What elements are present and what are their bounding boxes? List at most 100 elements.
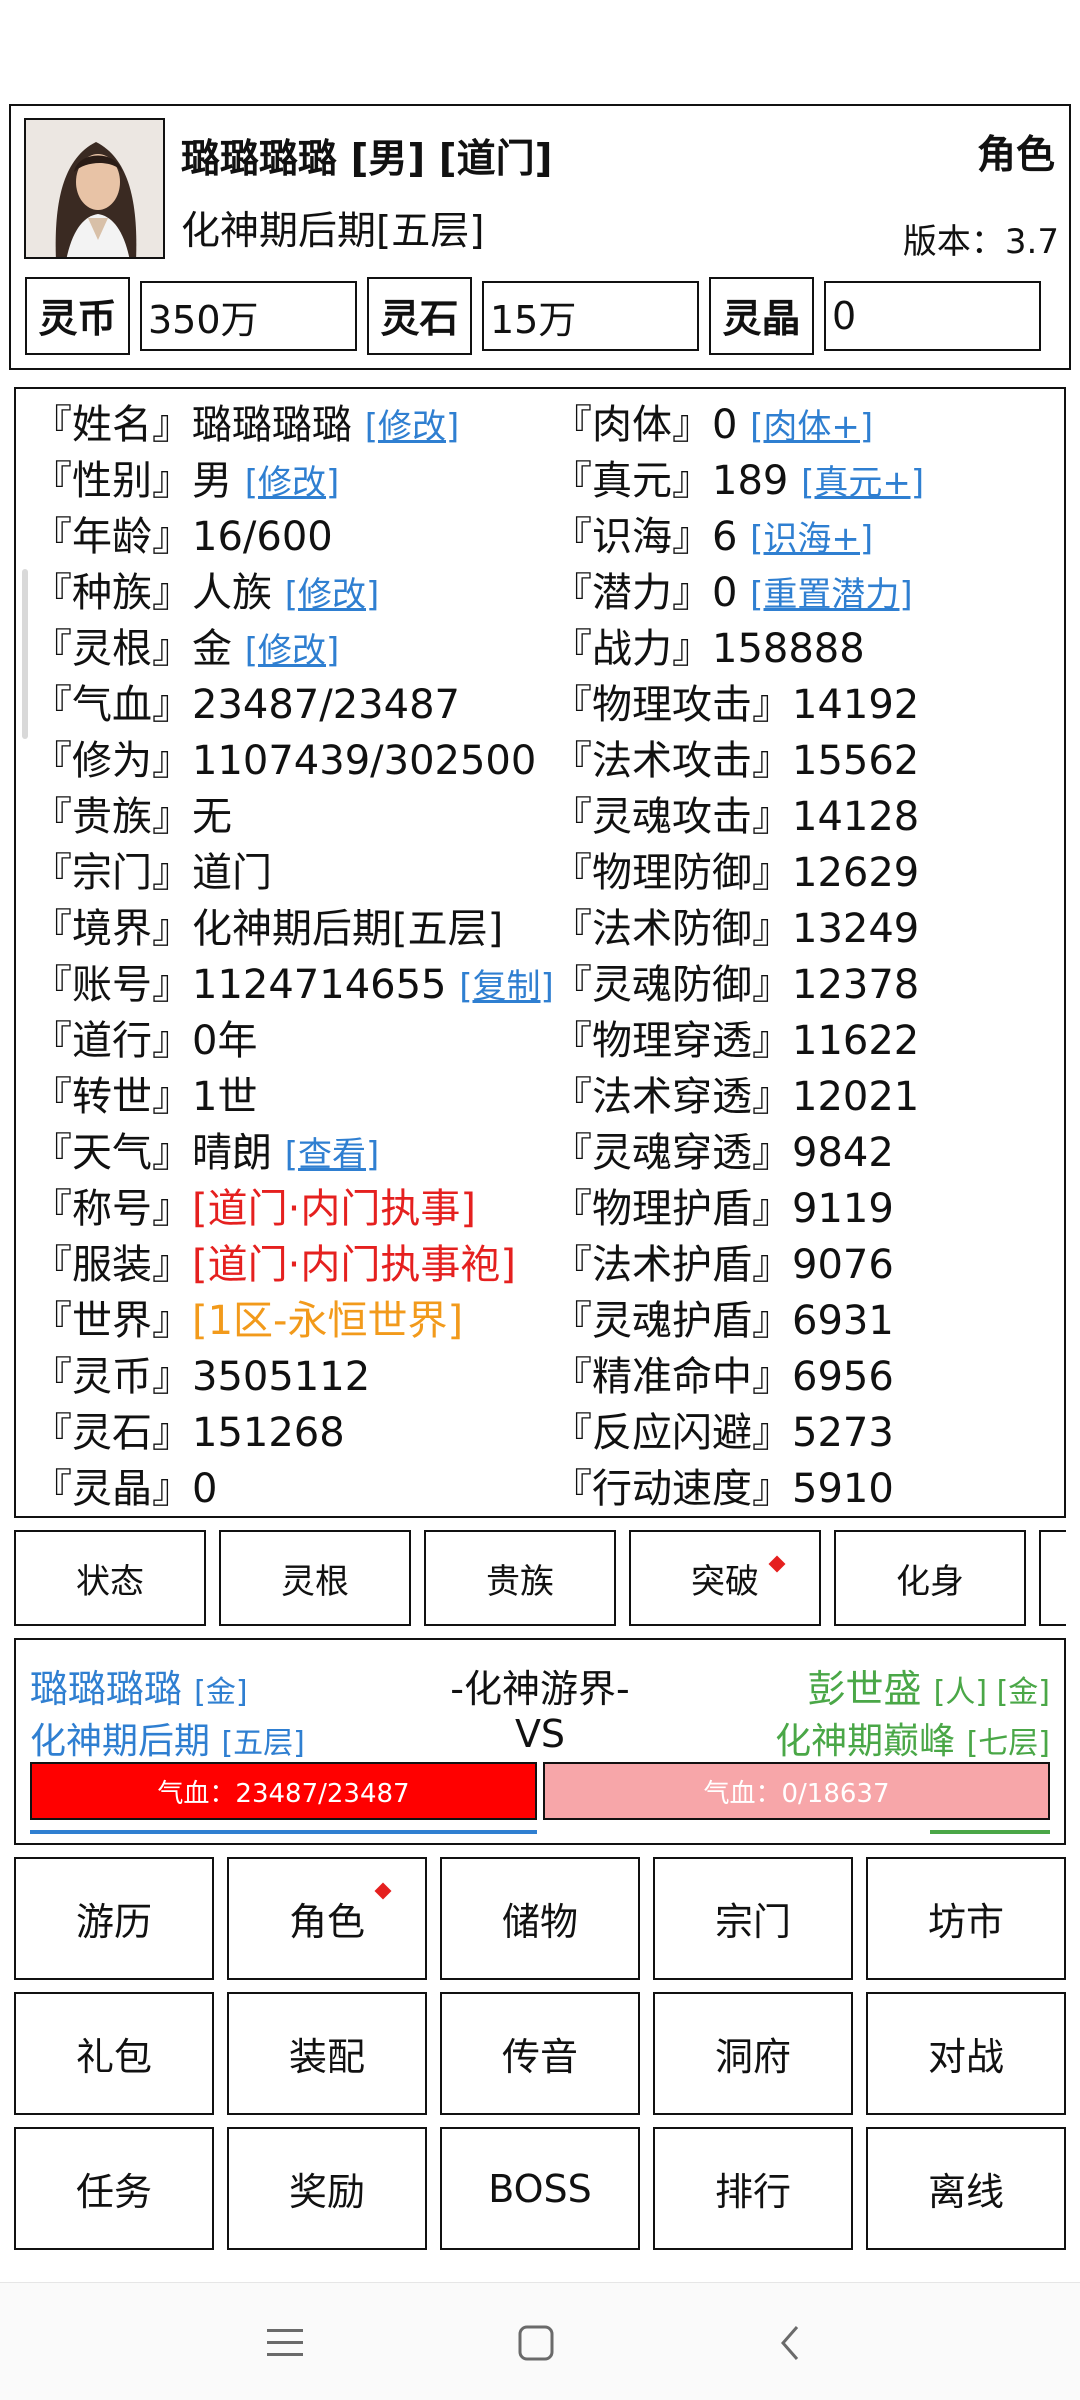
info-value: 189 <box>712 458 789 504</box>
enemy-realm-text: 化神期巅峰 <box>775 1721 956 1762</box>
edit-root-link[interactable]: [修改] <box>245 631 340 671</box>
menu-offline-button[interactable]: 离线 <box>866 2127 1066 2250</box>
tab-avatar[interactable]: 化身 <box>834 1530 1026 1626</box>
info-row-accuracy: 『精准命中』6956 <box>552 1349 924 1405</box>
currency-label-lingjing: 灵晶 <box>709 277 814 355</box>
battle-panel: 璐璐璐璐 [金] 化神期后期 [五层] -化神游界- VS 彭世盛 [人] [金… <box>14 1638 1066 1845</box>
menu-equip-button[interactable]: 装配 <box>227 1992 427 2115</box>
info-value: 9842 <box>792 1130 894 1176</box>
menu-lines-icon[interactable] <box>255 2313 315 2373</box>
info-value: 男 <box>192 458 232 504</box>
info-value: 14192 <box>792 682 920 728</box>
menu-reward-button[interactable]: 奖励 <box>227 2127 427 2250</box>
currency-label-lingshi: 灵石 <box>367 277 472 355</box>
add-zhenyuan-link[interactable]: [真元+] <box>801 463 924 503</box>
menu-message-button[interactable]: 传音 <box>440 1992 640 2115</box>
info-label: 『宗门』 <box>32 850 192 896</box>
character-avatar[interactable] <box>24 118 165 259</box>
edit-race-link[interactable]: [修改] <box>285 575 380 615</box>
info-row-zhenyuan: 『真元』189 [真元+] <box>552 453 924 509</box>
menu-storage-button[interactable]: 储物 <box>440 1857 640 1980</box>
info-value: [1区-永恒世界] <box>192 1298 464 1344</box>
info-value: 158888 <box>712 626 865 672</box>
info-row-world: 『世界』[1区-永恒世界] <box>32 1293 554 1349</box>
info-label: 『识海』 <box>552 514 712 560</box>
info-label: 『战力』 <box>552 626 712 672</box>
info-right-column: 『肉体』0 [肉体+] 『真元』189 [真元+] 『识海』6 [识海+] 『潜… <box>552 397 924 1516</box>
menu-character-button[interactable]: 角色 <box>227 1857 427 1980</box>
character-info-panel[interactable]: 『姓名』璐璐璐璐 [修改] 『性别』男 [修改] 『年龄』16/600 『种族』… <box>14 387 1066 1518</box>
info-value: 0年 <box>192 1018 258 1064</box>
edit-name-link[interactable]: [修改] <box>365 407 460 447</box>
menu-market-button[interactable]: 坊市 <box>866 1857 1066 1980</box>
info-row-soul-pen: 『灵魂穿透』9842 <box>552 1125 924 1181</box>
info-label: 『灵魂防御』 <box>552 962 792 1008</box>
info-label: 『账号』 <box>32 962 192 1008</box>
info-label: 『灵根』 <box>32 626 192 672</box>
info-label: 『年龄』 <box>32 514 192 560</box>
add-body-link[interactable]: [肉体+] <box>750 407 873 447</box>
menu-quest-button[interactable]: 任务 <box>14 2127 214 2250</box>
edit-gender-link[interactable]: [修改] <box>245 463 340 503</box>
info-label: 『法术护盾』 <box>552 1242 792 1288</box>
info-label: 『称号』 <box>32 1186 192 1232</box>
info-label: 『修为』 <box>32 738 192 784</box>
info-label: 『物理穿透』 <box>552 1018 792 1064</box>
info-label: 『灵晶』 <box>32 1466 192 1512</box>
player-hp-underline <box>30 1830 537 1834</box>
info-value: 5273 <box>792 1410 894 1456</box>
info-row-magic-shield: 『法术护盾』9076 <box>552 1237 924 1293</box>
tab-more-partial[interactable] <box>1039 1530 1066 1626</box>
info-value: 1124714655 <box>192 962 447 1008</box>
add-shihai-link[interactable]: [识海+] <box>750 519 873 559</box>
view-weather-link[interactable]: [查看] <box>285 1135 380 1175</box>
menu-sect-button[interactable]: 宗门 <box>653 1857 853 1980</box>
currency-row: 灵币 350万 灵石 15万 灵晶 0 <box>25 277 1041 355</box>
character-name-line: 璐璐璐璐 [男] [道门] <box>181 137 553 182</box>
tab-breakthrough[interactable]: 突破 <box>629 1530 821 1626</box>
reset-potential-link[interactable]: [重置潜力] <box>750 575 913 615</box>
tab-noble[interactable]: 贵族 <box>424 1530 616 1626</box>
back-chevron-icon[interactable] <box>760 2313 820 2373</box>
tab-breakthrough-label: 突破 <box>691 1561 759 1602</box>
tab-status[interactable]: 状态 <box>14 1530 206 1626</box>
menu-gift-button[interactable]: 礼包 <box>14 1992 214 2115</box>
menu-boss-button[interactable]: BOSS <box>440 2127 640 2250</box>
currency-value-lingshi: 15万 <box>482 281 699 351</box>
info-value: 化神期后期[五层] <box>192 906 504 952</box>
info-row-magic-pen: 『法术穿透』12021 <box>552 1069 924 1125</box>
menu-ranking-button[interactable]: 排行 <box>653 2127 853 2250</box>
info-label: 『精准命中』 <box>552 1354 792 1400</box>
info-row-magic-atk: 『法术攻击』15562 <box>552 733 924 789</box>
info-label: 『潜力』 <box>552 570 712 616</box>
tab-spirit-root[interactable]: 灵根 <box>219 1530 411 1626</box>
info-label: 『性别』 <box>32 458 192 504</box>
menu-travel-button[interactable]: 游历 <box>14 1857 214 1980</box>
info-left-column: 『姓名』璐璐璐璐 [修改] 『性别』男 [修改] 『年龄』16/600 『种族』… <box>32 397 554 1516</box>
info-row-potential: 『潜力』0 [重置潜力] <box>552 565 924 621</box>
info-row-speed: 『行动速度』5910 <box>552 1461 924 1516</box>
info-label: 『法术防御』 <box>552 906 792 952</box>
info-value: 9119 <box>792 1186 894 1232</box>
currency-value-lingbi: 350万 <box>140 281 357 351</box>
home-square-icon[interactable] <box>506 2313 566 2373</box>
scroll-indicator[interactable] <box>22 569 28 739</box>
copy-account-link[interactable]: [复制] <box>459 967 554 1007</box>
info-row-account: 『账号』1124714655 [复制] <box>32 957 554 1013</box>
menu-pvp-button[interactable]: 对战 <box>866 1992 1066 2115</box>
info-label: 『境界』 <box>32 906 192 952</box>
info-label: 『灵魂护盾』 <box>552 1298 792 1344</box>
info-row-realm: 『境界』化神期后期[五层] <box>32 901 554 957</box>
enemy-hp-underline <box>930 1830 1050 1834</box>
info-value: 16/600 <box>192 514 333 560</box>
info-value: 6956 <box>792 1354 894 1400</box>
menu-cave-button[interactable]: 洞府 <box>653 1992 853 2115</box>
version-label: 版本：3.7 <box>902 222 1059 262</box>
info-label: 『法术攻击』 <box>552 738 792 784</box>
info-value: 6931 <box>792 1298 894 1344</box>
info-row-lingbi: 『灵币』3505112 <box>32 1349 554 1405</box>
info-label: 『灵石』 <box>32 1410 192 1456</box>
info-row-rebirth: 『转世』1世 <box>32 1069 554 1125</box>
info-value: 11622 <box>792 1018 920 1064</box>
enemy-name: 彭世盛 [人] [金] <box>808 1658 1050 1713</box>
